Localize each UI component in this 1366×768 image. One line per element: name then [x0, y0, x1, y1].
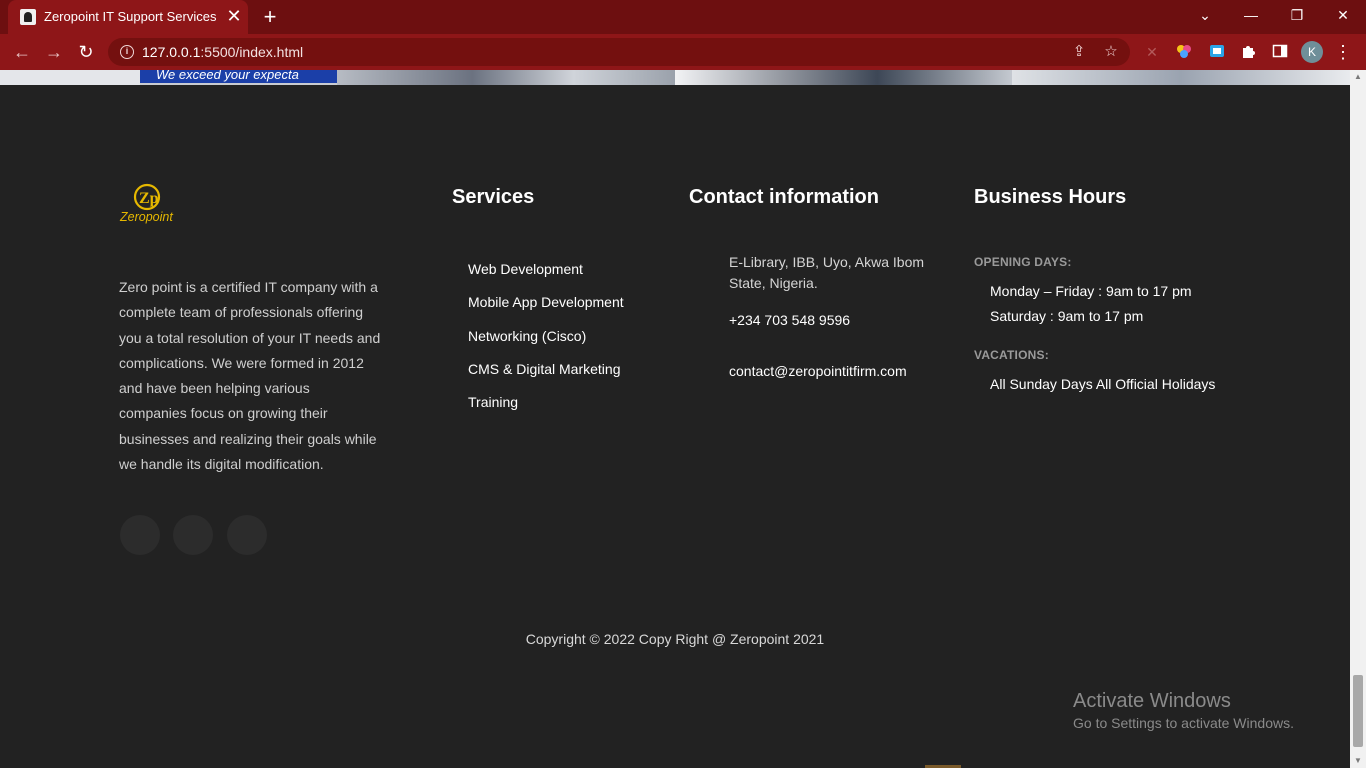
hero-banner: We exceed your expecta	[140, 70, 337, 83]
site-footer: Zp Zeropoint Zero point is a certified I…	[0, 85, 1350, 768]
scroll-down-arrow-icon[interactable]: ▼	[1350, 754, 1366, 768]
service-link-training[interactable]: Training	[468, 394, 518, 410]
hero-banner-text: We exceed your expecta	[156, 70, 299, 82]
svg-text:Zeropoint: Zeropoint	[119, 210, 173, 224]
activate-subtitle: Go to Settings to activate Windows.	[1073, 715, 1294, 731]
social-link-1[interactable]	[120, 515, 160, 555]
share-icon[interactable]: ⇪	[1070, 43, 1088, 61]
extension-screen-icon[interactable]	[1208, 43, 1226, 61]
browser-tab-strip: Zeropoint IT Support Services ✕ + ⌄ — ❐ …	[0, 0, 1366, 34]
extensions-puzzle-icon[interactable]	[1239, 43, 1257, 61]
hours-saturday: Saturday : 9am to 17 pm	[990, 308, 1144, 324]
reload-icon[interactable]: ↻	[74, 40, 98, 64]
minimize-button[interactable]: —	[1238, 4, 1264, 26]
new-tab-button[interactable]: +	[258, 5, 282, 29]
page-viewport: We exceed your expecta Zp Zeropoint Zero…	[0, 70, 1366, 768]
company-logo[interactable]: Zp Zeropoint	[119, 183, 199, 235]
services-heading: Services	[452, 186, 535, 208]
business-hours-heading: Business Hours	[974, 186, 1127, 208]
contact-phone[interactable]: +234 703 548 9596	[729, 312, 850, 328]
contact-address: E-Library, IBB, Uyo, Akwa Ibom State, Ni…	[729, 254, 925, 291]
contact-email[interactable]: contact@zeropointitfirm.com	[729, 363, 907, 379]
vacations-text: All Sunday Days All Official Holidays	[990, 376, 1216, 392]
service-link-cms-digital-marketing[interactable]: CMS & Digital Marketing	[468, 361, 621, 377]
activate-title: Activate Windows	[1073, 690, 1231, 712]
forward-arrow-icon[interactable]: →	[42, 40, 66, 64]
bookmark-star-icon[interactable]: ☆	[1102, 43, 1120, 61]
social-link-2[interactable]	[173, 515, 213, 555]
hours-weekdays: Monday – Friday : 9am to 17 pm	[990, 283, 1192, 299]
tab-search-icon[interactable]: ⌄	[1192, 4, 1218, 26]
site-favicon-icon	[20, 9, 36, 25]
profile-avatar[interactable]: K	[1301, 41, 1323, 63]
hero-image-strip: We exceed your expecta	[0, 70, 1350, 85]
browser-tab-active[interactable]: Zeropoint IT Support Services ✕	[8, 0, 248, 34]
url-text[interactable]: 127.0.0.1:5500/index.html	[142, 44, 303, 60]
restore-button[interactable]: ❐	[1284, 4, 1310, 26]
extension-x-icon[interactable]: ✕	[1143, 43, 1161, 61]
service-link-web-development[interactable]: Web Development	[468, 261, 583, 277]
scroll-up-arrow-icon[interactable]: ▲	[1350, 70, 1366, 84]
side-panel-icon[interactable]	[1271, 43, 1289, 61]
about-text: Zero point is a certified IT company wit…	[119, 279, 381, 473]
browser-toolbar: ← → ↻ i 127.0.0.1:5500/index.html ⇪ ☆ ✕ …	[0, 34, 1366, 70]
browser-menu-icon[interactable]: ⋮	[1334, 43, 1352, 61]
service-link-mobile-app-development[interactable]: Mobile App Development	[468, 294, 624, 310]
svg-text:Zp: Zp	[139, 190, 159, 207]
contact-heading: Contact information	[689, 186, 879, 208]
copyright-text: Copyright © 2022 Copy Right @ Zeropoint …	[525, 631, 825, 647]
scrollbar-thumb[interactable]	[1353, 675, 1363, 747]
tab-close-icon[interactable]: ✕	[224, 6, 244, 26]
service-link-networking[interactable]: Networking (Cisco)	[468, 328, 586, 344]
address-bar[interactable]: i 127.0.0.1:5500/index.html ⇪ ☆	[108, 38, 1130, 66]
social-link-3[interactable]	[227, 515, 267, 555]
site-info-icon[interactable]: i	[120, 45, 134, 59]
tab-title: Zeropoint IT Support Services	[44, 9, 217, 24]
page-scrollbar[interactable]: ▲ ▼	[1350, 70, 1366, 768]
extension-color-icon[interactable]	[1175, 43, 1193, 61]
windows-activation-watermark: Activate Windows Go to Settings to activ…	[1073, 689, 1294, 733]
close-window-button[interactable]: ✕	[1330, 4, 1356, 26]
vacations-label: VACATIONS:	[974, 348, 1049, 362]
opening-days-label: OPENING DAYS:	[974, 255, 1072, 269]
back-arrow-icon[interactable]: ←	[10, 40, 34, 64]
